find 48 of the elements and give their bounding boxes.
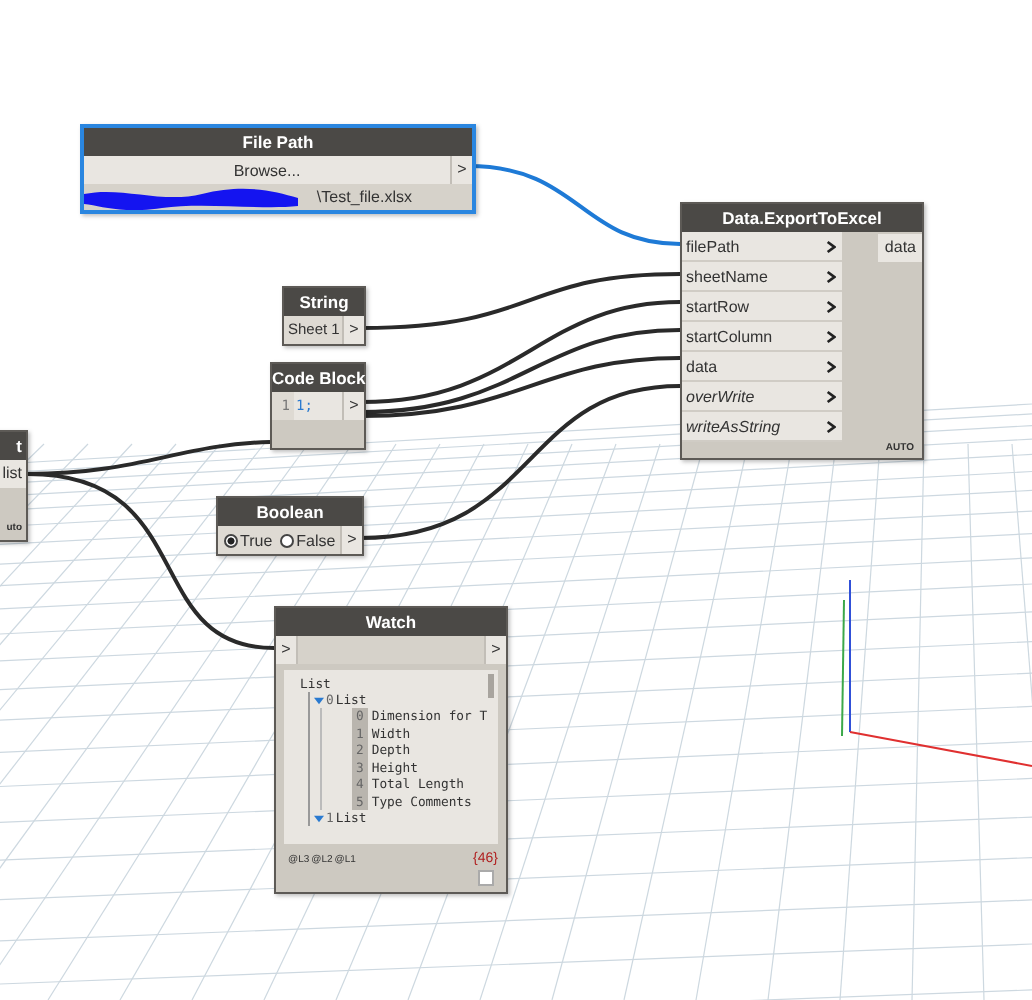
node-title: t	[0, 432, 26, 460]
output-port[interactable]: >	[484, 636, 506, 664]
node-card[interactable]: File Path Browse... > \Test_file.xlsx	[80, 124, 476, 214]
port-label: startRow	[686, 297, 750, 315]
chevron-icon	[826, 419, 836, 433]
output-port[interactable]: list	[0, 460, 26, 488]
chevron-icon	[826, 299, 836, 313]
input-port[interactable]: >	[276, 636, 298, 664]
node-title: Data.ExportToExcel	[682, 204, 922, 232]
expanded-caret-icon[interactable]	[314, 695, 324, 705]
output-port[interactable]: data	[878, 234, 922, 262]
node-title: Code Block	[272, 364, 364, 392]
chevron-icon	[826, 239, 836, 253]
port-label: writeAsString	[686, 417, 781, 435]
input-port[interactable]: filePath	[682, 232, 842, 262]
file-path-value: \Test_file.xlsx	[316, 188, 412, 206]
port-label: startColumn	[686, 327, 773, 345]
output-port[interactable]: >	[342, 316, 364, 344]
node-title: File Path	[84, 128, 472, 156]
option-label: True	[240, 531, 273, 549]
scrollbar[interactable]	[488, 674, 494, 698]
chevron-icon	[826, 329, 836, 343]
node-title: Boolean	[218, 498, 362, 526]
input-port[interactable]: overWrite	[682, 382, 842, 412]
option-label: False	[296, 531, 336, 549]
checkbox[interactable]	[478, 870, 494, 886]
port-label: sheetName	[686, 267, 768, 285]
output-port[interactable]: >	[342, 392, 364, 420]
chevron-icon	[826, 269, 836, 283]
port-label: overWrite	[686, 387, 755, 405]
input-port[interactable]: startColumn	[682, 322, 842, 352]
input-port[interactable]: startRow	[682, 292, 842, 322]
input-port[interactable]: sheetName	[682, 262, 842, 292]
port-label: data	[686, 357, 718, 375]
input-port[interactable]: writeAsString	[682, 412, 842, 442]
node-card[interactable]: Boolean True False >	[216, 496, 364, 556]
input-port[interactable]: data	[682, 352, 842, 382]
expanded-caret-icon[interactable]	[314, 813, 324, 823]
chevron-icon	[826, 359, 836, 373]
radio-button[interactable]	[280, 533, 295, 547]
output-port[interactable]: >	[450, 156, 472, 184]
radio-button[interactable]	[224, 533, 238, 547]
browse-button[interactable]: Browse...	[84, 156, 450, 184]
node-title: Watch	[276, 608, 506, 636]
output-port[interactable]: >	[340, 526, 362, 554]
node-title: String	[284, 288, 364, 316]
port-label: filePath	[686, 237, 740, 255]
chevron-icon	[826, 389, 836, 403]
